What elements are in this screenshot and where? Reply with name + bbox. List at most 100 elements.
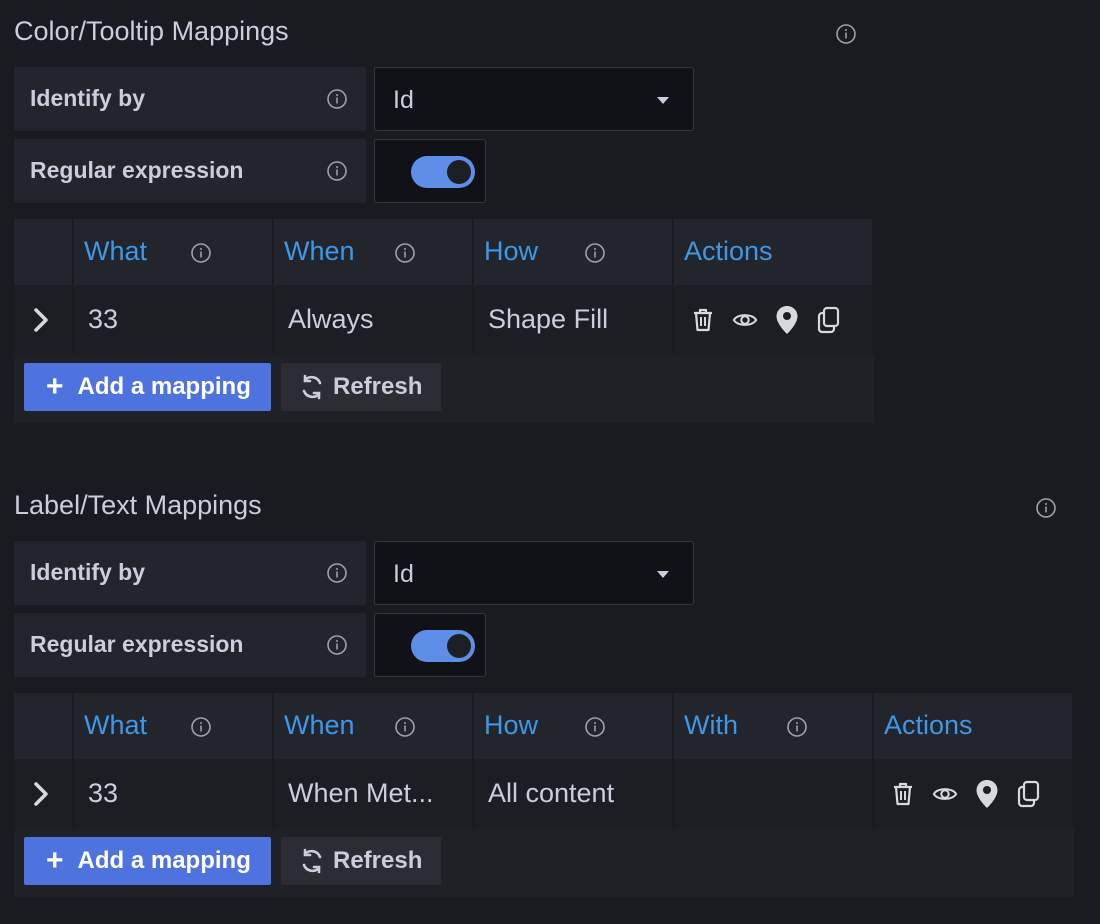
cell-when-value: Always — [288, 304, 374, 334]
eye-icon[interactable] — [932, 780, 958, 808]
header-when-label: When — [284, 710, 355, 740]
cell-what-value: 33 — [88, 778, 119, 808]
mappings-table: What When How With Actions 33 When Met..… — [14, 693, 1074, 897]
identify-by-label-box: Identify by — [14, 67, 366, 131]
regex-label-box: Regular expression — [14, 139, 366, 203]
cell-what: 33 — [74, 285, 274, 355]
cell-when: Always — [274, 285, 474, 355]
identify-by-value: Id — [393, 86, 414, 114]
regex-switch-box — [374, 613, 486, 677]
cell-when: When Met... — [274, 759, 474, 829]
table-header: What When How With Actions — [14, 693, 1074, 759]
info-icon[interactable] — [326, 634, 348, 656]
chevron-down-icon — [657, 571, 669, 578]
add-mapping-label: Add a mapping — [77, 373, 251, 400]
color-tooltip-section: Color/Tooltip Mappings Identify by Id Re… — [0, 0, 1100, 430]
plus-icon: + — [46, 370, 64, 403]
header-what-label: What — [84, 236, 148, 266]
eye-icon[interactable] — [732, 306, 758, 334]
header-how-label: How — [484, 236, 539, 266]
map-pin-icon[interactable] — [974, 780, 1000, 808]
identify-by-label: Identify by — [30, 559, 146, 585]
cell-how: Shape Fill — [474, 285, 674, 355]
info-icon[interactable] — [190, 716, 212, 738]
regex-toggle[interactable] — [411, 630, 475, 662]
info-icon[interactable] — [584, 716, 606, 738]
header-what: What — [74, 693, 274, 759]
header-how: How — [474, 693, 674, 759]
expand-cell[interactable] — [14, 759, 74, 829]
trash-icon[interactable] — [690, 306, 716, 334]
refresh-label: Refresh — [333, 847, 423, 874]
info-icon[interactable] — [1035, 497, 1057, 519]
chevron-right-icon[interactable] — [32, 781, 50, 812]
info-icon[interactable] — [584, 242, 606, 264]
header-what-label: What — [84, 710, 148, 740]
regex-label: Regular expression — [30, 157, 244, 183]
identify-by-label-box: Identify by — [14, 541, 366, 605]
header-when: When — [274, 693, 474, 759]
header-with-label: With — [684, 710, 738, 740]
info-icon[interactable] — [326, 88, 348, 110]
header-actions: Actions — [674, 219, 874, 285]
regex-label-box: Regular expression — [14, 613, 366, 677]
identify-by-value: Id — [393, 560, 414, 588]
header-expand-cell — [14, 693, 74, 759]
chevron-right-icon[interactable] — [32, 307, 50, 338]
refresh-icon — [302, 374, 322, 400]
identify-by-select[interactable]: Id — [374, 541, 694, 605]
cell-actions — [674, 285, 874, 355]
table-footer: + Add a mapping Refresh — [14, 355, 874, 423]
trash-icon[interactable] — [890, 780, 916, 808]
chevron-down-icon — [657, 97, 669, 104]
cell-what-value: 33 — [88, 304, 119, 334]
label-text-section: Label/Text Mappings Identify by Id Regul… — [0, 474, 1100, 924]
refresh-label: Refresh — [333, 373, 423, 400]
table-row[interactable]: 33 Always Shape Fill — [14, 285, 874, 355]
regex-toggle[interactable] — [411, 156, 475, 188]
header-when-label: When — [284, 236, 355, 266]
info-icon[interactable] — [394, 242, 416, 264]
header-how-label: How — [484, 710, 539, 740]
section-title: Label/Text Mappings — [14, 490, 262, 520]
add-mapping-button[interactable]: + Add a mapping — [24, 837, 271, 885]
toggle-knob — [447, 634, 471, 658]
add-mapping-button[interactable]: + Add a mapping — [24, 363, 271, 411]
cell-what: 33 — [74, 759, 274, 829]
refresh-icon — [302, 848, 322, 874]
header-actions-label: Actions — [684, 236, 773, 266]
expand-cell[interactable] — [14, 285, 74, 355]
refresh-button[interactable]: Refresh — [281, 363, 441, 411]
cell-how-value: Shape Fill — [488, 304, 609, 334]
cell-actions — [874, 759, 1074, 829]
table-footer: + Add a mapping Refresh — [14, 829, 1074, 897]
info-icon[interactable] — [835, 23, 857, 45]
header-what: What — [74, 219, 274, 285]
header-when: When — [274, 219, 474, 285]
copy-icon[interactable] — [816, 306, 842, 334]
row-actions — [690, 306, 842, 334]
copy-icon[interactable] — [1016, 780, 1042, 808]
info-icon[interactable] — [786, 716, 808, 738]
section-title: Color/Tooltip Mappings — [14, 16, 289, 46]
identify-by-label: Identify by — [30, 85, 146, 111]
header-how: How — [474, 219, 674, 285]
info-icon[interactable] — [394, 716, 416, 738]
plus-icon: + — [46, 844, 64, 877]
info-icon[interactable] — [326, 160, 348, 182]
cell-how-value: All content — [488, 778, 615, 808]
header-actions: Actions — [874, 693, 1074, 759]
cell-when-value: When Met... — [288, 778, 434, 808]
regex-switch-box — [374, 139, 486, 203]
map-pin-icon[interactable] — [774, 306, 800, 334]
toggle-knob — [447, 160, 471, 184]
refresh-button[interactable]: Refresh — [281, 837, 441, 885]
header-with: With — [674, 693, 874, 759]
identify-by-select[interactable]: Id — [374, 67, 694, 131]
info-icon[interactable] — [190, 242, 212, 264]
info-icon[interactable] — [326, 562, 348, 584]
regex-label: Regular expression — [30, 631, 244, 657]
table-row[interactable]: 33 When Met... All content — [14, 759, 1074, 829]
table-header: What When How Actions — [14, 219, 874, 285]
mappings-table: What When How Actions 33 Always Shape Fi… — [14, 219, 874, 423]
